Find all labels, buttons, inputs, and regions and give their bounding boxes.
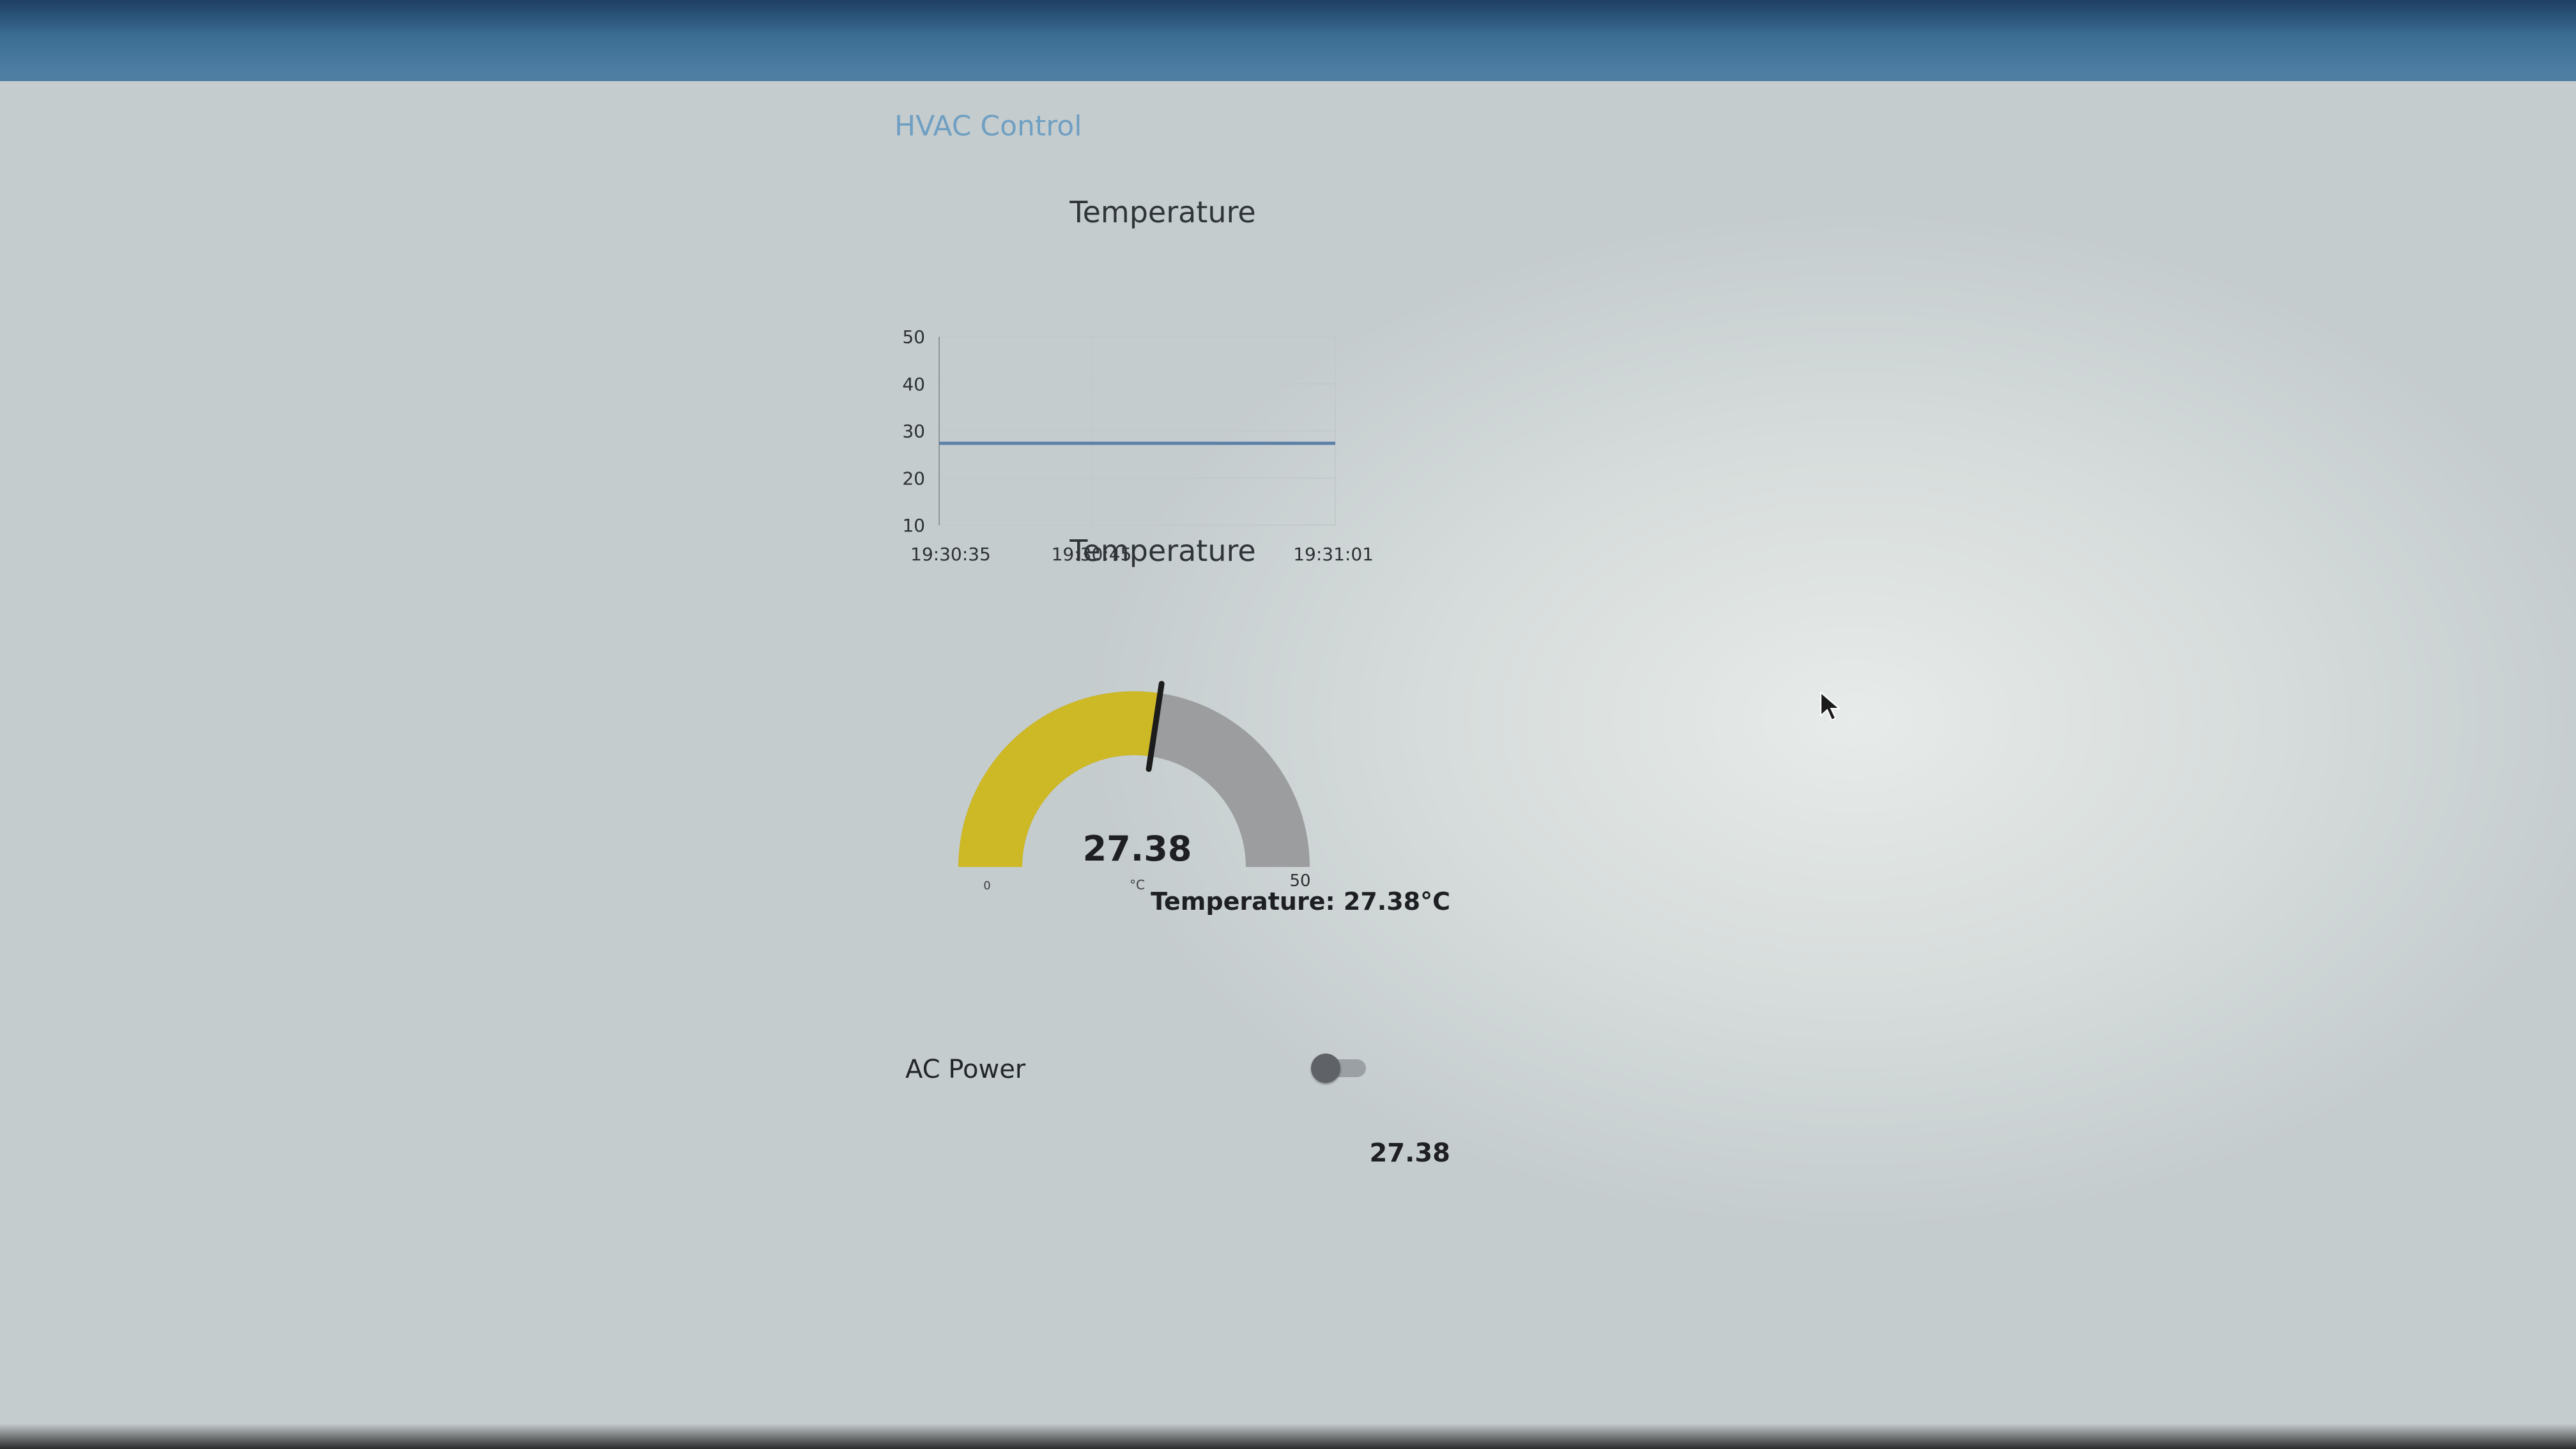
chart-grid	[939, 336, 1336, 526]
gauge-unit: °C	[1130, 877, 1145, 893]
toggle-thumb	[1311, 1054, 1340, 1083]
gauge-value: 27.38	[1083, 829, 1192, 869]
gauge-min-label: 0	[983, 879, 990, 893]
temperature-value-text: 27.38	[1369, 1138, 1450, 1168]
y-tick-label: 20	[902, 468, 925, 489]
chart-title: Temperature	[1070, 195, 1256, 229]
monitor-screen: HVAC Control Temperature 10 20 30 40 50 19:30…	[0, 81, 2576, 1449]
y-tick-label: 40	[902, 374, 925, 395]
ac-power-label: AC Power	[905, 1055, 1026, 1084]
temperature-text: Temperature: 27.38°C	[1151, 887, 1450, 916]
gauge-title: Temperature	[1070, 533, 1256, 568]
temperature-gauge: 27.38°C0 50	[958, 680, 1311, 893]
dashboard-group: HVAC Control Temperature 10 20 30 40 50 19:30…	[875, 81, 1450, 1168]
group-title: HVAC Control	[894, 110, 1082, 142]
ac-power-row: AC Power	[875, 1039, 1450, 1103]
y-tick-label: 30	[902, 421, 925, 442]
y-tick-label: 50	[902, 326, 925, 348]
temperature-line-chart: 102030405019:30:35 19:30:45 19:31:01	[902, 326, 1374, 565]
mouse-cursor-icon	[1820, 691, 1841, 721]
ac-power-toggle[interactable]	[1311, 1054, 1367, 1083]
